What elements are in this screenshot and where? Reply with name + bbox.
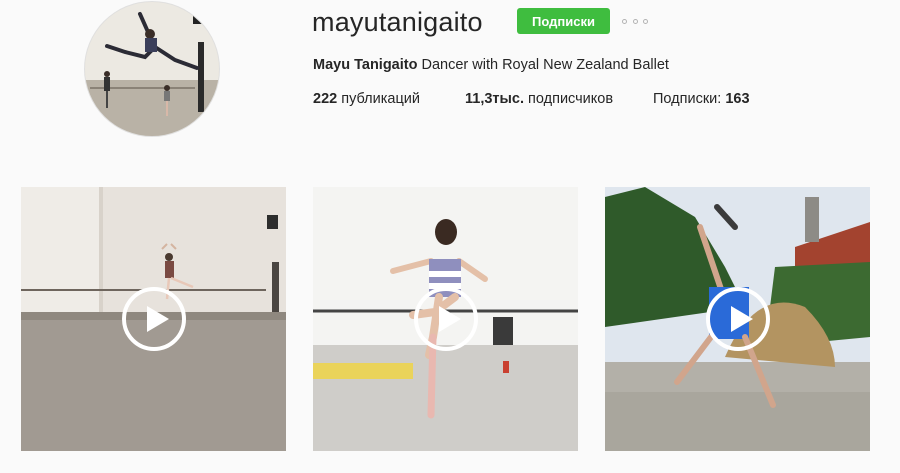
posts-label: публикаций [341,91,420,107]
play-icon [121,286,187,352]
play-icon [413,286,479,352]
dot-icon [643,18,648,24]
profile-avatar[interactable] [85,2,219,136]
followers-label: подписчиков [528,91,614,107]
profile-username: mayutanigaito [312,7,483,37]
dot-icon [622,18,627,24]
post-thumbnail[interactable] [313,187,578,451]
dot-icon [632,18,638,24]
avatar-photo [85,2,219,136]
post-thumbnail[interactable] [605,187,870,451]
play-icon [705,286,771,352]
followers-stat[interactable]: 11,3тыс. подписчиков [465,91,613,107]
follow-button[interactable]: Подписки [517,8,610,34]
posts-grid [21,187,871,451]
following-label: Подписки: [653,91,722,107]
profile-bio: Mayu Tanigaito Dancer with Royal New Zea… [313,57,669,73]
profile-full-name: Mayu Tanigaito [313,57,418,73]
post-thumbnail[interactable] [21,187,286,451]
followers-count: 11,3тыс. [465,91,524,107]
posts-count: 222 [313,91,338,107]
following-count: 163 [725,91,750,107]
following-stat[interactable]: Подписки: 163 [653,91,750,107]
more-options-icon[interactable] [622,14,648,28]
posts-stat: 222 публикаций [313,91,420,107]
profile-bio-text: Dancer with Royal New Zealand Ballet [421,57,669,73]
